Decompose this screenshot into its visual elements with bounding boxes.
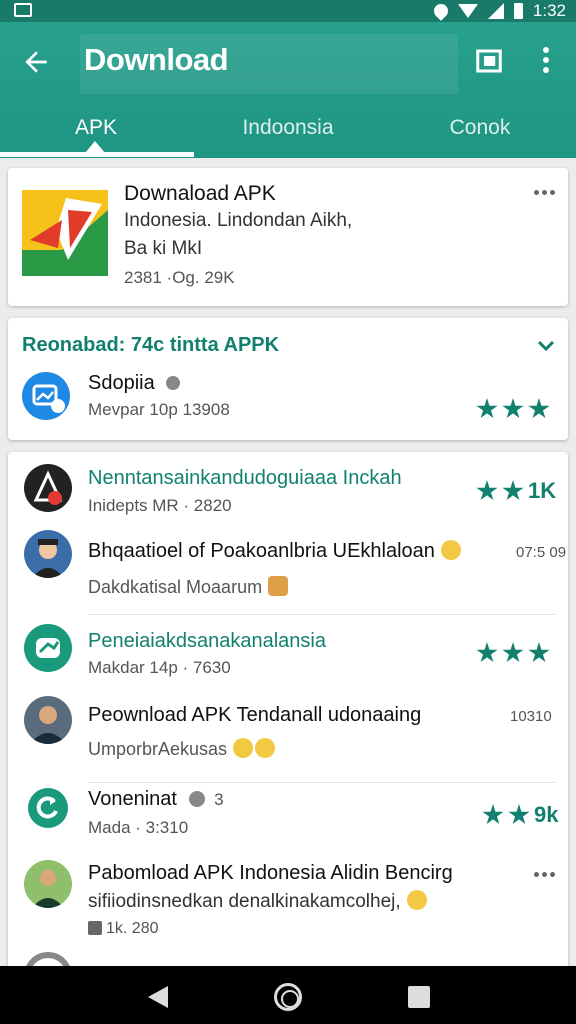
rating-stars: 9k — [482, 802, 558, 828]
app-logo-icon — [22, 190, 108, 276]
tab-indonesia[interactable]: Indoonsia — [192, 108, 384, 158]
featured-card[interactable]: Downaload APK Indonesia. Lindondan Aikh,… — [8, 168, 568, 306]
battery-icon — [513, 3, 523, 19]
emoji-icon — [406, 890, 427, 910]
rating-count: 1K — [528, 478, 557, 503]
star-icon — [528, 398, 550, 419]
list-item-sub: Inidepts MR · 2820 — [88, 496, 232, 515]
recommended-app-meta: Mevpar 10p 13908 — [88, 400, 230, 419]
nav-bar — [0, 966, 576, 1024]
list-item-sub: Makdar 14p · 7630 — [88, 658, 231, 677]
app-bar: Download APK Indoonsia Conok — [0, 22, 576, 158]
app-avatar — [24, 860, 72, 908]
nav-recents-icon[interactable] — [408, 986, 430, 1008]
signal-icon — [487, 3, 504, 19]
star-icon — [476, 398, 498, 419]
arrow-left-icon — [25, 51, 47, 73]
emoji-icon — [268, 576, 289, 596]
star-icon — [502, 642, 524, 663]
wifi-icon — [457, 4, 478, 18]
app-avatar — [24, 696, 72, 744]
list-item-meta: 1k. 280 — [88, 920, 158, 938]
list-item-sub: Mada · 3:310 — [88, 818, 189, 837]
star-icon — [476, 642, 498, 663]
star-icon — [502, 480, 524, 501]
book-icon — [476, 49, 502, 73]
emoji-icon — [255, 738, 276, 758]
settings-icon — [88, 921, 102, 935]
page-title: Download — [84, 42, 229, 77]
nav-back-icon[interactable] — [148, 986, 168, 1008]
nav-home-icon[interactable] — [274, 983, 302, 1011]
tab-notch — [85, 141, 105, 153]
more-vert-icon[interactable] — [532, 44, 560, 78]
list-item-title: Pabomload APK Indonesia Alidin Bencirg — [88, 862, 453, 884]
rating-count: 9k — [534, 802, 559, 827]
recommended-header: Reonabad: 74c tintta APPK — [22, 334, 280, 356]
list-item-title: Bhqaatioel of Poakoanlbria UEkhlaloan — [88, 540, 461, 563]
star-icon — [528, 642, 550, 663]
list-item-sub: UmporbrAekusas — [88, 738, 276, 760]
tab-conok[interactable]: Conok — [384, 108, 576, 158]
emoji-icon — [233, 738, 254, 758]
back-button[interactable] — [20, 46, 56, 82]
verified-icon — [166, 376, 181, 390]
recommended-app-name: Sdopiia — [88, 372, 181, 395]
divider — [88, 782, 556, 783]
rating-stars — [476, 398, 550, 420]
app-avatar — [24, 464, 72, 512]
rating-stars — [476, 642, 550, 664]
list-item-time: 10310 — [510, 708, 552, 725]
location-icon — [431, 1, 451, 21]
featured-title: Downaload APK — [124, 182, 276, 205]
status-icons: 1:32 — [431, 0, 566, 22]
overflow-menu-icon[interactable] — [534, 190, 555, 195]
recommended-card: Reonabad: 74c tintta APPK Sdopiia Mevpar… — [8, 318, 568, 440]
app-avatar — [24, 624, 72, 672]
star-icon — [476, 480, 498, 501]
app-avatar — [28, 788, 68, 828]
status-bar: 1:32 — [0, 0, 576, 22]
list-item-title: Peownload APK Tendanall udonaaing — [88, 704, 422, 726]
divider — [88, 614, 556, 615]
image-icon — [14, 3, 32, 17]
list-item-title: Peneiaiakdsanakanalansia — [88, 630, 326, 652]
app-avatar — [24, 530, 72, 578]
overflow-menu-icon[interactable] — [534, 872, 555, 877]
star-icon — [508, 804, 530, 825]
featured-line1: Indonesia. Lindondan Aikh, — [124, 210, 353, 231]
app-list: Nenntansainkandudoguiaaa Inckah Inidepts… — [8, 452, 568, 972]
verified-icon — [188, 791, 205, 807]
status-time: 1:32 — [532, 1, 566, 20]
featured-meta: 2381 ·Og. 29K — [124, 268, 235, 287]
list-item-sub: sifiiodinsnedkan denalkinakamcolhej, — [88, 890, 427, 913]
star-icon — [502, 398, 524, 419]
list-item-title: Voneninat 3 — [88, 788, 224, 810]
list-item-time: 07:5 09 — [516, 544, 567, 561]
chevron-down-icon[interactable] — [536, 336, 556, 361]
emoji-icon — [440, 540, 461, 560]
featured-line2: Ba ki MkI — [124, 238, 203, 259]
rating-stars: 1K — [476, 478, 556, 504]
list-item-title: Nenntansainkandudoguiaaa Inckah — [88, 467, 402, 489]
view-button[interactable] — [474, 46, 504, 76]
app-icon — [22, 372, 70, 420]
list-item-sub: Dakdkatisal Moaarum — [88, 576, 289, 598]
star-icon — [482, 804, 504, 825]
